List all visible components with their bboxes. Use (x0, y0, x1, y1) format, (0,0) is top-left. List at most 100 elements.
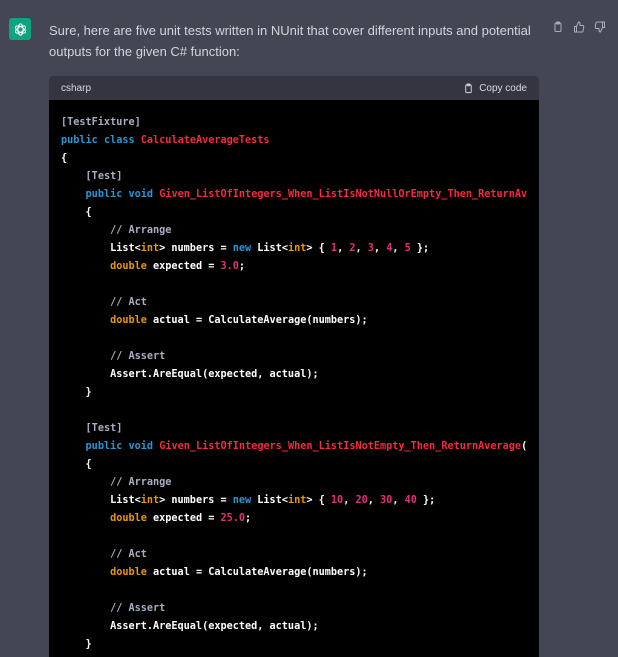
code-token: // Arrange (110, 477, 172, 488)
code-line: // Assert (61, 348, 539, 366)
thumbs-up-icon (574, 21, 585, 33)
message-text: Sure, here are five unit tests written i… (49, 23, 531, 59)
code-token: [TestFixture] (61, 117, 141, 128)
code-token: List< (61, 495, 141, 506)
code-token: { (61, 459, 92, 470)
thumbs-down-icon (594, 21, 605, 33)
code-token: 25.0 (220, 513, 246, 524)
code-line: public void Given_ListOfIntegers_When_Li… (61, 186, 539, 204)
code-token: int (140, 243, 160, 254)
code-token: 30 (380, 495, 393, 506)
code-token: double (110, 315, 147, 326)
code-token: double (110, 513, 147, 524)
code-token: Assert.AreEqual(expected, actual); (61, 369, 319, 380)
code-token: , (337, 243, 350, 254)
code-line: List<int> numbers = new List<int> { 1, 2… (61, 240, 539, 258)
code-token: > { (306, 243, 331, 254)
clipboard-icon (465, 82, 472, 93)
code-token: > numbers = (159, 243, 233, 254)
code-token: int (140, 495, 160, 506)
copy-message-button[interactable] (551, 20, 565, 34)
code-line: [Test] (61, 420, 539, 438)
copy-code-button[interactable]: Copy code (463, 83, 527, 94)
code-token: List< (251, 495, 288, 506)
code-line: // Assert (61, 600, 539, 618)
code-token: int (287, 495, 307, 506)
chatgpt-avatar (9, 18, 31, 40)
code-token: Given_ListOfIntegers_When_ListIsNotEmpty… (159, 441, 522, 452)
openai-logo-icon (14, 22, 26, 36)
code-token: , (373, 243, 387, 254)
code-token: actual = CalculateAverage(numbers); (146, 315, 368, 326)
thumbs-up-button[interactable] (572, 20, 586, 34)
copy-code-label: Copy code (479, 82, 527, 94)
code-token: // Arrange (110, 225, 172, 236)
code-token: > { (306, 495, 331, 506)
code-token: > numbers = (159, 495, 233, 506)
code-line: } (61, 384, 539, 402)
code-line: } (61, 636, 539, 654)
code-token: , (343, 495, 356, 506)
code-token: { (61, 207, 92, 218)
code-token: // Assert (110, 351, 166, 362)
code-token: expected = (146, 261, 221, 272)
code-token: 10 (330, 495, 344, 506)
code-token: expected = (146, 513, 221, 524)
code-token: { (61, 153, 68, 164)
code-token: , (392, 243, 405, 254)
code-token: int (287, 243, 307, 254)
code-token: // Act (110, 549, 147, 560)
code-line: { (61, 456, 539, 474)
code-token: } (61, 387, 92, 398)
code-line: { (61, 204, 539, 222)
code-line: double actual = CalculateAverage(numbers… (61, 312, 539, 330)
code-line: public void Given_ListOfIntegers_When_Li… (61, 438, 539, 456)
code-token: Assert.AreEqual(expected, actual); (61, 621, 319, 632)
code-token: public (85, 441, 123, 452)
code-token: , (392, 495, 405, 506)
code-token: }; (410, 243, 430, 254)
code-token: }; (416, 495, 436, 506)
code-token: public (61, 135, 98, 146)
code-line: List<int> numbers = new List<int> { 10, … (61, 492, 539, 510)
code-line: // Arrange (61, 222, 539, 240)
assistant-message: Sure, here are five unit tests written i… (0, 0, 618, 657)
code-token: ; (245, 513, 252, 524)
code-line: public class CalculateAverageTests (61, 132, 539, 150)
code-token: double (110, 567, 147, 578)
code-line: // Act (61, 546, 539, 564)
code-token: void (128, 189, 154, 200)
thumbs-down-button[interactable] (593, 20, 607, 34)
code-block: csharp Copy code [TestFixture] public cla… (49, 76, 539, 657)
code-token: // Assert (110, 603, 166, 614)
code-token: new (232, 243, 252, 254)
code-token: Given_ListOfIntegers_When_ListIsNotNullO… (159, 189, 528, 200)
message-actions (551, 20, 607, 34)
code-line: Assert.AreEqual(expected, actual); (61, 366, 539, 384)
code-line: double expected = 3.0; (61, 258, 539, 276)
code-line: { (61, 150, 539, 168)
code-token: List< (251, 243, 288, 254)
code-token: void (128, 441, 154, 452)
code-line: double expected = 25.0; (61, 510, 539, 528)
code-language-label: csharp (61, 82, 92, 94)
code-token: new (232, 495, 252, 506)
code-token: 3.0 (220, 261, 239, 272)
